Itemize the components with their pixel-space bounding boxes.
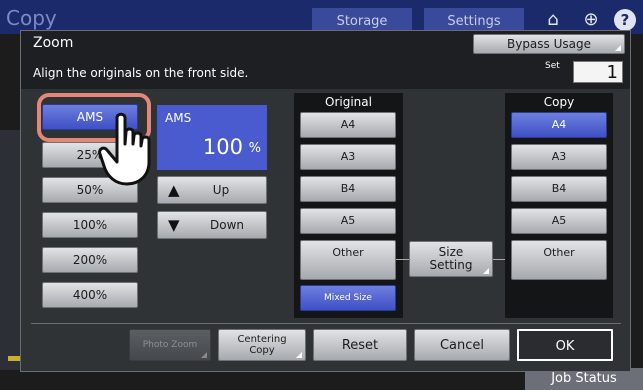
zoom-200-button[interactable]: 200% (42, 247, 138, 273)
submenu-corner-icon (615, 45, 621, 51)
original-a5-button[interactable]: A5 (300, 208, 396, 234)
zoom-dialog: Zoom Bypass Usage Align the originals on… (20, 30, 631, 372)
zoom-mode-label: AMS (165, 111, 192, 125)
copy-other-button[interactable]: Other (511, 240, 607, 280)
zoom-up-button[interactable]: ▲ Up (157, 176, 267, 204)
zoom-down-button[interactable]: ▼ Down (157, 211, 267, 239)
mixed-size-button[interactable]: Mixed Size (300, 285, 396, 311)
bypass-usage-label: Bypass Usage (506, 37, 591, 51)
size-setting-label-line2: Setting (429, 258, 473, 272)
zoom-ratio-value: 100 (202, 135, 243, 159)
size-setting-button[interactable]: Size Setting (409, 241, 493, 277)
photo-zoom-label: Photo Zoom (142, 340, 198, 350)
instruction-message: Align the originals on the front side. (33, 66, 249, 80)
zoom-down-label: Down (209, 218, 244, 232)
reset-button[interactable]: Reset (313, 329, 407, 361)
zoom-ratio-display: AMS 100 % (157, 105, 267, 170)
help-icon[interactable]: ? (614, 9, 636, 31)
ok-button[interactable]: OK (517, 329, 613, 361)
connector-line (396, 259, 409, 260)
original-b4-button[interactable]: B4 (300, 176, 396, 202)
bypass-usage-button[interactable]: Bypass Usage (473, 34, 625, 54)
zoom-ratio-unit: % (248, 141, 261, 156)
down-arrow-icon: ▼ (168, 216, 180, 234)
copy-a3-button[interactable]: A3 (511, 144, 607, 170)
zoom-100-button[interactable]: 100% (42, 212, 138, 238)
centering-copy-button[interactable]: Centering Copy (218, 329, 306, 361)
cancel-button[interactable]: Cancel (414, 329, 510, 361)
submenu-corner-icon (201, 352, 207, 358)
original-a4-button[interactable]: A4 (300, 112, 396, 138)
app-title: Copy (6, 6, 57, 30)
dialog-title: Zoom (33, 35, 74, 51)
photo-zoom-button[interactable]: Photo Zoom (129, 329, 211, 361)
set-count-label: Set (545, 61, 560, 71)
zoom-up-label: Up (212, 183, 230, 197)
set-count-field[interactable]: 1 (573, 61, 623, 83)
copy-b4-button[interactable]: B4 (511, 176, 607, 202)
zoom-400-button[interactable]: 400% (42, 282, 138, 308)
original-a3-button[interactable]: A3 (300, 144, 396, 170)
footer-divider (31, 323, 621, 324)
up-arrow-icon: ▲ (168, 181, 180, 199)
globe-icon[interactable]: ⊕ (580, 9, 602, 31)
original-other-button[interactable]: Other (300, 240, 396, 280)
home-icon[interactable]: ⌂ (542, 9, 564, 31)
centering-copy-label-line1: Centering (237, 334, 287, 345)
submenu-corner-icon (296, 352, 302, 358)
copy-header: Copy (543, 95, 575, 109)
background-panel (0, 130, 22, 370)
pointing-hand-icon (98, 112, 151, 186)
copy-a5-button[interactable]: A5 (511, 208, 607, 234)
centering-copy-label-line2: Copy (249, 345, 275, 356)
original-header: Original (325, 95, 372, 109)
submenu-corner-icon (483, 268, 489, 274)
copy-a4-button[interactable]: A4 (511, 112, 607, 138)
